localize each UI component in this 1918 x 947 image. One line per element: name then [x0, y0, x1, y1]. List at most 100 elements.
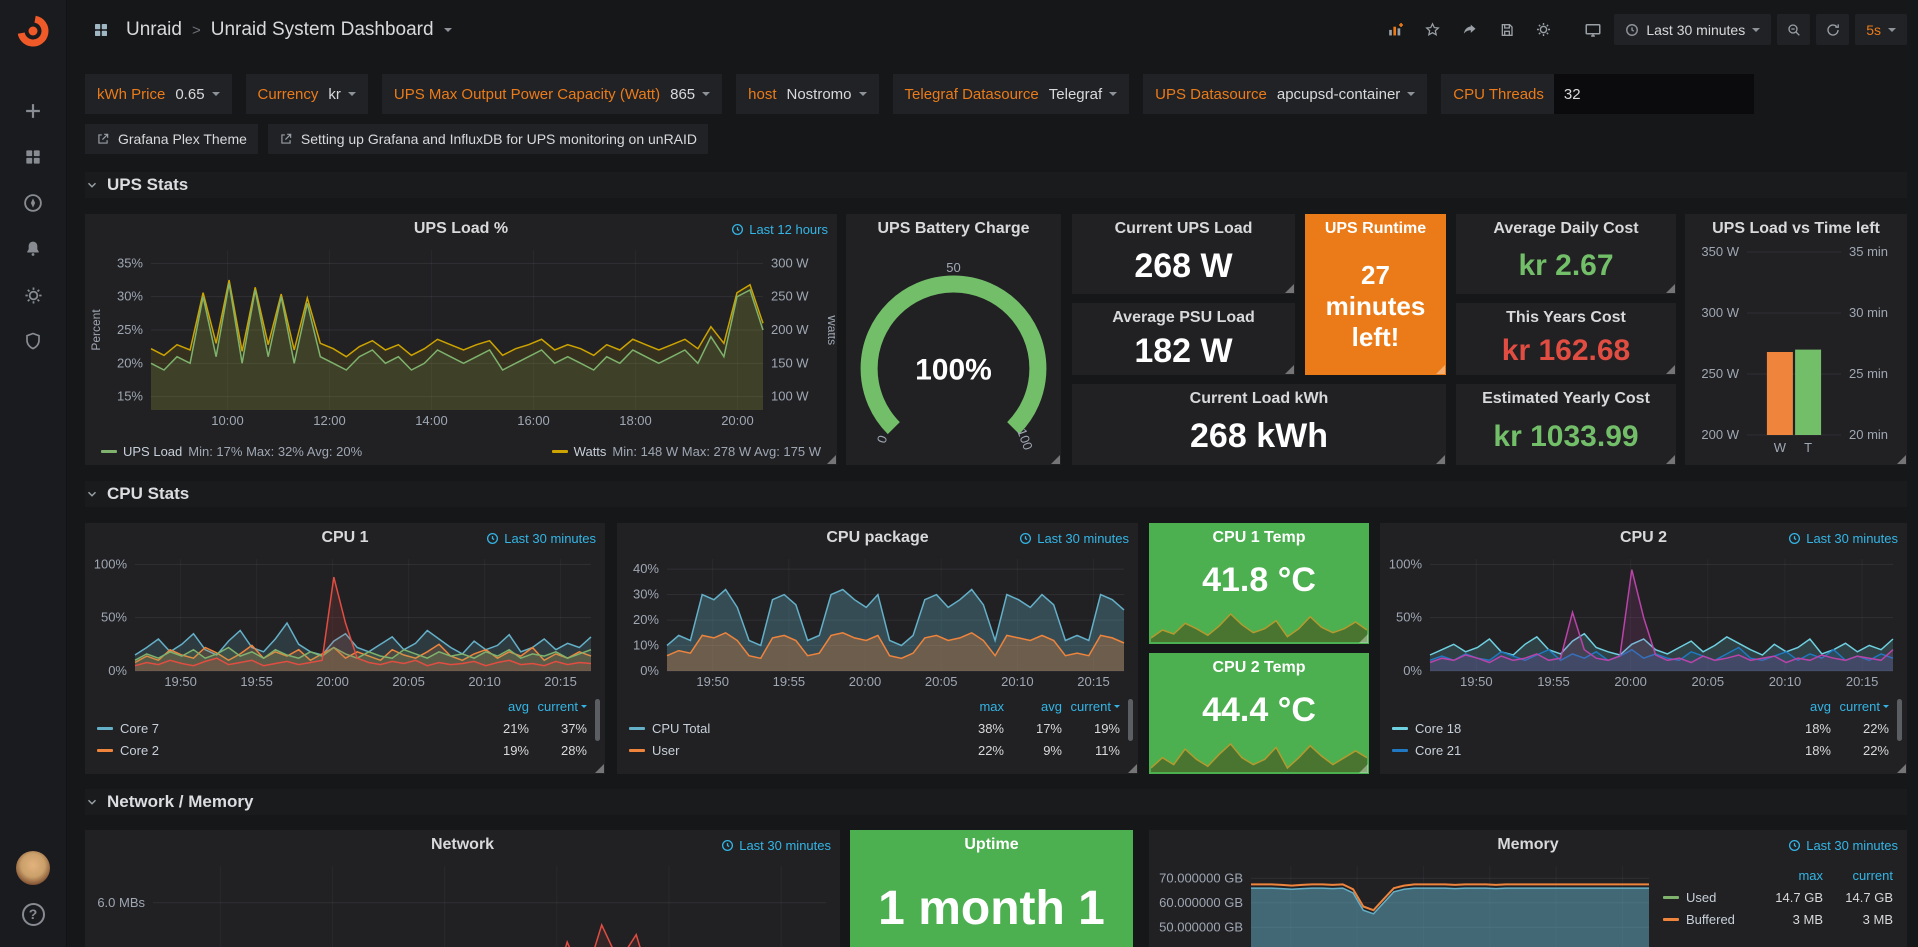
star-button[interactable] [1417, 14, 1448, 45]
save-button[interactable] [1491, 14, 1522, 45]
legend-series-name[interactable]: User [629, 743, 946, 758]
breadcrumb-app[interactable]: Unraid [126, 19, 182, 41]
panel-time-range[interactable]: Last 30 minutes [1788, 838, 1898, 853]
add-panel-button[interactable] [1380, 14, 1411, 45]
server-admin-button[interactable] [0, 318, 67, 364]
grafana-logo[interactable] [0, 0, 67, 62]
zoom-out-button[interactable] [1777, 14, 1810, 45]
legend-series-name[interactable]: Watts [574, 444, 607, 459]
network-chart[interactable]: 2.0 MBs4.0 MBs6.0 MBs19:5019:5520:0020:0… [87, 858, 838, 947]
cpu-package-chart[interactable]: 0%10%20%30%40%19:5019:5520:0020:0520:102… [619, 551, 1136, 691]
cpu2-chart[interactable]: 0%50%100%19:5019:5520:0020:0520:1020:15 [1382, 551, 1905, 691]
legend-series-name[interactable]: Core 21 [1392, 743, 1773, 758]
help-button[interactable] [0, 891, 67, 937]
memory-chart[interactable]: 50.000000 GB60.000000 GB70.000000 GB19:5… [1151, 858, 1659, 947]
panel-cpu-package: CPU package Last 30 minutes 0%10%20%30%4… [617, 523, 1138, 774]
apps-grid-icon[interactable] [85, 14, 116, 45]
avatar-image [16, 851, 50, 885]
cpu1-temp-sparkline [1151, 610, 1367, 642]
battery-gauge[interactable]: 050100100% [848, 246, 1059, 457]
legend-scrollbar[interactable] [1897, 699, 1902, 741]
configuration-button[interactable] [0, 272, 67, 318]
legend-row: Core 21 18% 22% [1392, 739, 1889, 761]
variable-value-dropdown[interactable]: apcupsd-container [1277, 86, 1415, 103]
panel-time-range[interactable]: Last 30 minutes [721, 838, 831, 853]
dashboard-title[interactable]: Unraid System Dashboard [211, 19, 434, 41]
panel-title[interactable]: Current Load kWh [1072, 384, 1446, 414]
section-cpu-stats[interactable]: CPU Stats [85, 481, 1907, 507]
legend-series-name[interactable]: Core 7 [97, 721, 471, 736]
stat-value: 1 month 1 [850, 860, 1133, 947]
variable-value-dropdown[interactable]: Telegraf [1049, 86, 1117, 103]
panel-title[interactable]: This Years Cost [1456, 303, 1676, 333]
panel-title[interactable]: Average PSU Load [1072, 303, 1295, 333]
legend-series-name[interactable]: CPU Total [629, 721, 946, 736]
legend-series-name[interactable]: Buffered [1663, 912, 1753, 927]
legend-series-name[interactable]: UPS Load [123, 444, 182, 459]
share-button[interactable] [1454, 14, 1485, 45]
panel-time-range[interactable]: Last 30 minutes [1788, 531, 1898, 546]
title-caret-icon[interactable] [444, 28, 452, 32]
legend-header-current[interactable]: current [1831, 699, 1889, 714]
svg-text:25 min: 25 min [1849, 366, 1888, 381]
svg-text:300 W: 300 W [771, 255, 809, 270]
variable-value-dropdown[interactable]: Nostromo [787, 86, 867, 103]
svg-text:6.0 MBs: 6.0 MBs [97, 895, 145, 910]
gear-icon [23, 285, 44, 306]
cycle-view-button[interactable] [1577, 14, 1608, 45]
panel-time-range[interactable]: Last 30 minutes [486, 531, 596, 546]
panel-title[interactable]: Average Daily Cost [1456, 214, 1676, 244]
legend-header-max[interactable]: max [1753, 868, 1823, 883]
variable-value-dropdown[interactable]: 0.65 [175, 86, 219, 103]
panel-title[interactable]: UPS Load vs Time left [1685, 214, 1907, 244]
panel-title[interactable]: UPS Load % [85, 214, 837, 244]
caret-down-icon [1888, 28, 1896, 32]
user-avatar[interactable] [0, 845, 67, 891]
section-ups-stats[interactable]: UPS Stats [85, 172, 1907, 198]
series-color-dash [1663, 896, 1679, 899]
time-range-picker[interactable]: Last 30 minutes [1614, 14, 1771, 45]
legend-header-avg[interactable]: avg [1004, 699, 1062, 714]
variable-ups-datasource: UPS Datasource apcupsd-container [1143, 74, 1427, 114]
panel-title[interactable]: UPS Runtime [1305, 214, 1446, 244]
alerting-button[interactable] [0, 226, 67, 272]
refresh-interval-picker[interactable]: 5s [1855, 14, 1907, 45]
panel-title[interactable]: Uptime [850, 830, 1133, 860]
ups-load-chart[interactable]: 15%20%25%30%35%100 W150 W200 W250 W300 W… [87, 242, 835, 430]
dashboard-settings-button[interactable] [1528, 14, 1559, 45]
legend-series-name[interactable]: Used [1663, 890, 1753, 905]
svg-text:20:05: 20:05 [925, 674, 958, 689]
legend-header-current[interactable]: current [1823, 868, 1893, 883]
legend-scrollbar[interactable] [595, 699, 600, 741]
legend-series-name[interactable]: Core 18 [1392, 721, 1773, 736]
legend-header-current[interactable]: current [529, 699, 587, 714]
explore-button[interactable] [0, 180, 67, 226]
dashboards-button[interactable] [0, 134, 67, 180]
legend-header-max[interactable]: max [946, 699, 1004, 714]
legend-header-current[interactable]: current [1062, 699, 1120, 714]
panel-title[interactable]: Estimated Yearly Cost [1456, 384, 1676, 414]
svg-text:50%: 50% [1396, 610, 1422, 625]
caret-down-icon [1407, 92, 1415, 96]
panel-title[interactable]: Current UPS Load [1072, 214, 1295, 244]
panel-title[interactable]: UPS Battery Charge [846, 214, 1061, 244]
legend-header-avg[interactable]: avg [471, 699, 529, 714]
external-link-icon [279, 132, 293, 146]
panel-time-range[interactable]: Last 30 minutes [1019, 531, 1129, 546]
legend-series-name[interactable]: Core 2 [97, 743, 471, 758]
variable-value-dropdown[interactable]: kr [328, 86, 356, 103]
dashboard-link[interactable]: Setting up Grafana and InfluxDB for UPS … [268, 124, 708, 154]
dashboard-link[interactable]: Grafana Plex Theme [85, 124, 258, 154]
breadcrumb: Unraid Unraid System Dashboard [85, 14, 452, 45]
cpu1-chart[interactable]: 0%50%100%19:5019:5520:0020:0520:1020:15 [87, 551, 603, 691]
legend-scrollbar[interactable] [1128, 699, 1133, 741]
navbar-actions: Last 30 minutes 5s [1380, 14, 1907, 45]
refresh-button[interactable] [1816, 14, 1849, 45]
create-add-button[interactable] [0, 88, 67, 134]
panel-time-range[interactable]: Last 12 hours [731, 222, 828, 237]
cpu-threads-input[interactable] [1554, 74, 1754, 114]
legend-header-avg[interactable]: avg [1773, 699, 1831, 714]
variable-value-dropdown[interactable]: 865 [670, 86, 710, 103]
section-network-memory[interactable]: Network / Memory [85, 789, 1907, 815]
ups-vs-time-chart[interactable]: 200 W250 W300 W350 W20 min25 min30 min35… [1687, 242, 1905, 459]
